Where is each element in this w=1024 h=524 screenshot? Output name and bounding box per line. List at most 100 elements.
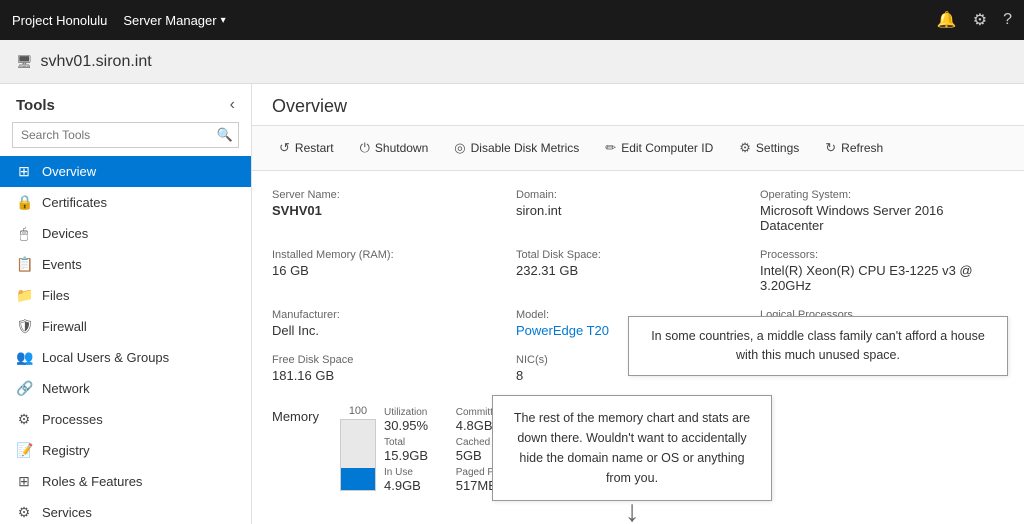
ram-cell: Installed Memory (RAM): 16 GB [272,243,516,303]
server-name-label: Server Name: [272,189,496,201]
edit-icon: ✏ [605,140,616,156]
sidebar-title: Tools [16,97,55,114]
sidebar-item-certificates[interactable]: 🔒 Certificates [0,187,251,218]
utilization-stat: Utilization 30.95% [384,407,436,433]
memory-title: Memory [272,405,332,424]
shutdown-label: Shutdown [375,141,428,155]
server-icon: 🖥 [16,54,33,70]
sidebar-label-services: Services [42,505,92,520]
sidebar-icon-processes: ⚙ [16,411,32,428]
sidebar-item-roles-features[interactable]: ⊞ Roles & Features [0,466,251,497]
disk-total-value: 232.31 GB [516,263,740,278]
in-use-value: 4.9GB [384,478,436,493]
brand-label: Project Honolulu [12,13,107,28]
search-icon: 🔍 [217,127,233,143]
info-section: Server Name: SVHV01 Domain: siron.int Op… [252,171,1024,524]
topbar: Project Honolulu Server Manager ▾ 🔔 ⚙ ? [0,0,1024,40]
processors-value: Intel(R) Xeon(R) CPU E3-1225 v3 @ 3.20GH… [760,263,984,293]
search-input[interactable] [12,122,239,148]
domain-value: siron.int [516,203,740,218]
sidebar-label-events: Events [42,257,82,272]
sidebar: Tools ‹ 🔍 ⊞ Overview 🔒 Certificates 🖱 De… [0,84,252,524]
sidebar-nav: ⊞ Overview 🔒 Certificates 🖱 Devices 📋 Ev… [0,156,251,524]
tooltip-unused-space-text: In some countries, a middle class family… [651,329,985,362]
utilization-value: 30.95% [384,418,436,433]
disk-total-label: Total Disk Space: [516,249,740,261]
sidebar-label-local-users: Local Users & Groups [42,350,169,365]
os-cell: Operating System: Microsoft Windows Serv… [760,183,1004,243]
settings-label: Settings [756,141,799,155]
sidebar-label-network: Network [42,381,90,396]
help-icon[interactable]: ? [1003,11,1012,29]
disable-disk-button[interactable]: ◎ Disable Disk Metrics [443,134,590,162]
tooltip-down-arrow: ↓ [625,497,640,524]
edit-computer-button[interactable]: ✏ Edit Computer ID [594,134,724,162]
sidebar-item-local-users[interactable]: 👥 Local Users & Groups [0,342,251,373]
total-value: 15.9GB [384,448,436,463]
sidebar-label-devices: Devices [42,226,88,241]
sidebar-search-container: 🔍 [12,122,239,148]
memory-bar-outer [340,419,376,491]
sidebar-icon-overview: ⊞ [16,163,32,180]
manufacturer-value: Dell Inc. [272,323,496,338]
sidebar-label-processes: Processes [42,412,103,427]
memory-stats-grid: Utilization 30.95% Committed 4.8GB Total… [384,407,507,493]
memory-content: 100 Utilization 30.95% Committed [340,405,507,493]
restart-icon: ↺ [279,140,290,156]
tooltip-memory-chart: The rest of the memory chart and stats a… [492,395,772,524]
free-disk-cell: Free Disk Space 181.16 GB [272,348,516,393]
os-value: Microsoft Windows Server 2016 Datacenter [760,203,984,233]
sidebar-item-overview[interactable]: ⊞ Overview [0,156,251,187]
memory-bar-fill [341,468,375,490]
utilization-label: Utilization [384,407,436,418]
sidebar-label-firewall: Firewall [42,319,87,334]
restart-button[interactable]: ↺ Restart [268,134,345,162]
overview-title: Overview [272,96,347,116]
processors-label: Processors: [760,249,984,261]
disk-total-cell: Total Disk Space: 232.31 GB [516,243,760,303]
sidebar-label-certificates: Certificates [42,195,107,210]
settings-icon: ⚙ [739,140,751,156]
sidebar-header: Tools ‹ [0,84,251,122]
os-label: Operating System: [760,189,984,201]
sidebar-item-events[interactable]: 📋 Events [0,249,251,280]
sidebar-item-services[interactable]: ⚙ Services [0,497,251,524]
sidebar-icon-firewall: 🛡 [16,318,32,335]
server-name-cell: Server Name: SVHV01 [272,183,516,243]
refresh-button[interactable]: ↻ Refresh [814,134,894,162]
server-name-value: SVHV01 [272,203,496,218]
gear-icon[interactable]: ⚙ [973,10,987,30]
overview-header: Overview [252,84,1024,126]
settings-button[interactable]: ⚙ Settings [728,134,810,162]
sidebar-item-files[interactable]: 📁 Files [0,280,251,311]
server-manager-menu[interactable]: Server Manager ▾ [123,13,225,28]
processors-cell: Processors: Intel(R) Xeon(R) CPU E3-1225… [760,243,1004,303]
sidebar-collapse-button[interactable]: ‹ [230,96,235,114]
content-area: Overview ↺ Restart ⏻ Shutdown ◎ Disable … [252,84,1024,524]
disk-icon: ◎ [454,140,465,156]
sidebar-icon-network: 🔗 [16,380,32,397]
edit-computer-label: Edit Computer ID [621,141,713,155]
manufacturer-label: Manufacturer: [272,309,496,321]
sidebar-icon-services: ⚙ [16,504,32,521]
sidebar-label-roles-features: Roles & Features [42,474,142,489]
sidebar-item-network[interactable]: 🔗 Network [0,373,251,404]
tooltip-memory-text: The rest of the memory chart and stats a… [514,411,750,485]
sidebar-icon-events: 📋 [16,256,32,273]
ram-label: Installed Memory (RAM): [272,249,496,261]
bell-icon[interactable]: 🔔 [937,10,957,30]
refresh-icon: ↻ [825,140,836,156]
sidebar-item-devices[interactable]: 🖱 Devices [0,218,251,249]
refresh-label: Refresh [841,141,883,155]
topbar-right: 🔔 ⚙ ? [937,10,1012,30]
sidebar-item-firewall[interactable]: 🛡 Firewall [0,311,251,342]
main-layout: Tools ‹ 🔍 ⊞ Overview 🔒 Certificates 🖱 De… [0,84,1024,524]
sidebar-label-registry: Registry [42,443,90,458]
sidebar-item-processes[interactable]: ⚙ Processes [0,404,251,435]
sidebar-icon-roles-features: ⊞ [16,473,32,490]
sidebar-item-registry[interactable]: 📝 Registry [0,435,251,466]
sidebar-label-files: Files [42,288,69,303]
toolbar: ↺ Restart ⏻ Shutdown ◎ Disable Disk Metr… [252,126,1024,171]
sidebar-icon-local-users: 👥 [16,349,32,366]
shutdown-button[interactable]: ⏻ Shutdown [349,134,440,162]
